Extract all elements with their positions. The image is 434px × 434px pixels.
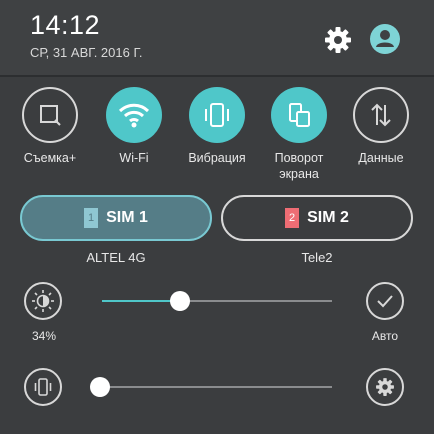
wifi-icon bbox=[106, 87, 162, 143]
user-avatar-icon[interactable] bbox=[370, 24, 400, 54]
quick-settings-panel: Съемка+ Wi-Fi Вибрация Поворот экрана Да… bbox=[0, 77, 434, 434]
brightness-slider-fill bbox=[102, 300, 181, 302]
toggle-rotate-screen[interactable]: Поворот экрана bbox=[259, 87, 339, 182]
sim2-label: SIM 2 bbox=[307, 209, 349, 226]
toggle-label: Вибрация bbox=[188, 151, 246, 165]
toggle-wifi[interactable]: Wi-Fi bbox=[94, 87, 174, 166]
sim1-button[interactable]: 1 SIM 1 bbox=[20, 195, 212, 241]
brightness-percent: 34% bbox=[31, 329, 57, 343]
toggle-label: Данные bbox=[358, 151, 404, 165]
sim2-button[interactable]: 2 SIM 2 bbox=[221, 195, 413, 241]
data-transfer-icon bbox=[353, 87, 409, 143]
brightness-slider-thumb[interactable] bbox=[170, 291, 191, 311]
clock-time: 14:12 bbox=[30, 10, 101, 40]
toggle-label: Wi-Fi bbox=[119, 151, 149, 165]
volume-settings-gear-icon[interactable] bbox=[366, 368, 404, 406]
sim-card-icon: 2 bbox=[285, 208, 300, 228]
toggle-label: Съемка+ bbox=[23, 151, 77, 165]
auto-brightness-button[interactable] bbox=[366, 282, 404, 320]
rotate-screen-icon bbox=[271, 87, 327, 143]
checkmark-icon bbox=[377, 295, 393, 308]
sim-card-icon: 1 bbox=[84, 208, 99, 228]
ringer-vibrate-icon[interactable] bbox=[24, 368, 62, 406]
toggle-screenshot[interactable]: Съемка+ bbox=[10, 87, 90, 166]
auto-brightness-label: Авто bbox=[371, 329, 399, 343]
toggle-mobile-data[interactable]: Данные bbox=[341, 87, 421, 166]
settings-gear-icon[interactable] bbox=[322, 24, 354, 56]
sim1-carrier: ALTEL 4G bbox=[86, 250, 146, 265]
date-text: СР, 31 АВГ. 2016 Г. bbox=[30, 45, 143, 60]
brightness-icon[interactable] bbox=[24, 282, 62, 320]
toggle-vibration[interactable]: Вибрация bbox=[177, 87, 257, 166]
sim2-carrier: Tele2 bbox=[301, 250, 333, 265]
vibrate-icon bbox=[189, 87, 245, 143]
screenshot-icon bbox=[22, 87, 78, 143]
toggle-label: Поворот экрана bbox=[274, 151, 324, 181]
sim1-label: SIM 1 bbox=[106, 209, 148, 226]
volume-slider-track[interactable] bbox=[92, 386, 332, 388]
volume-slider-thumb[interactable] bbox=[90, 377, 110, 397]
status-header: 14:12 СР, 31 АВГ. 2016 Г. bbox=[0, 0, 434, 75]
